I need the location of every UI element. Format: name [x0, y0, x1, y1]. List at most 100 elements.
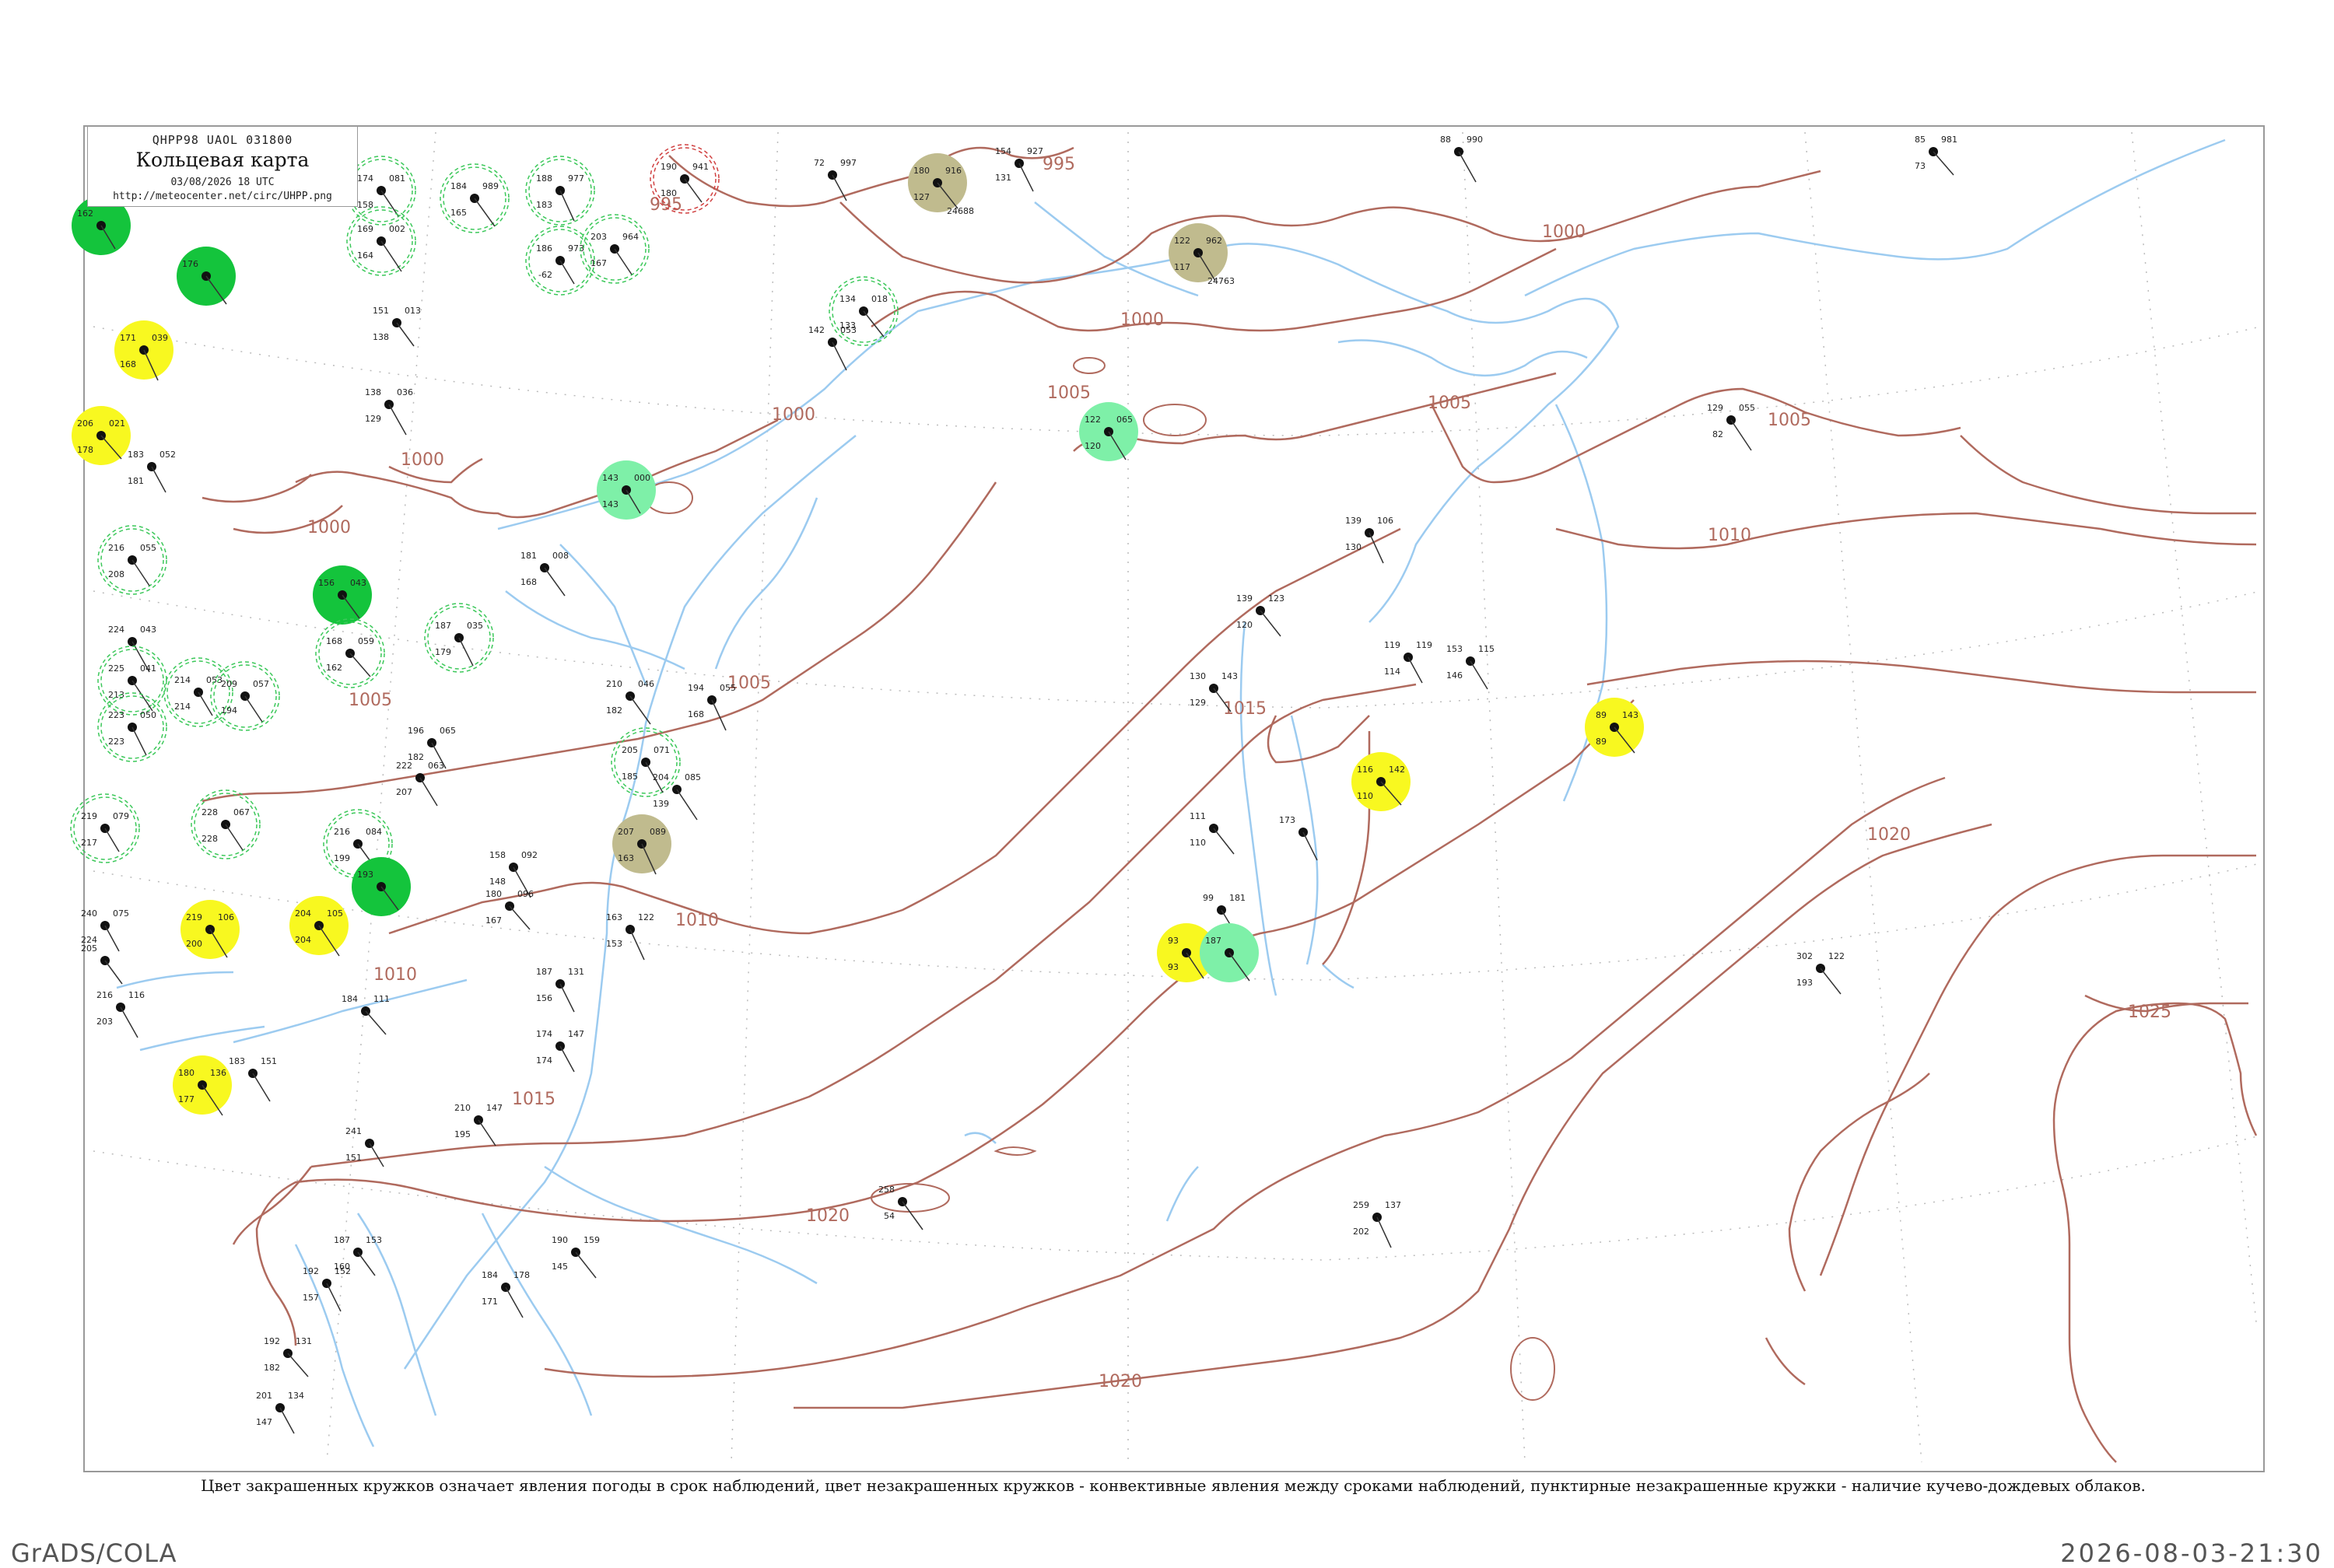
station-dewpoint: 168	[120, 359, 136, 369]
station-temperature: 138	[365, 387, 381, 397]
station-plot[interactable]: 156 043	[313, 565, 372, 625]
software-credit: GrADS/COLA	[11, 1538, 177, 1568]
station-pressure: 043	[140, 625, 156, 635]
station-pressure: 036	[397, 387, 413, 397]
station-plot[interactable]: 176	[177, 247, 236, 306]
station-temperature: 216	[96, 990, 113, 1000]
isobar-label: 1005	[1428, 394, 1471, 413]
station-dewpoint: 117	[1174, 262, 1190, 272]
station-temperature: 204	[653, 772, 669, 782]
station-pressure: 123	[1268, 593, 1284, 604]
station-temperature: 122	[1085, 415, 1101, 425]
station-dewpoint: 147	[256, 1417, 272, 1427]
station-plot[interactable]: 206 021 178	[72, 406, 131, 465]
synoptic-map: 995 995 1000 1000 1000 1000 1000 1005 10…	[70, 125, 2265, 1472]
station-dewpoint: 168	[520, 577, 537, 587]
station-pressure: 055	[140, 543, 156, 553]
station-pressure: 035	[467, 621, 483, 631]
station-dewpoint: 208	[108, 569, 124, 579]
station-dewpoint: 145	[552, 1262, 568, 1272]
station-dewpoint: 178	[77, 445, 93, 455]
station-dewpoint: 183	[536, 200, 552, 210]
station-plot[interactable]: 193	[352, 857, 411, 916]
station-temperature: 192	[264, 1336, 280, 1346]
station-pressure: 964	[622, 232, 639, 242]
station-temperature: 222	[396, 761, 412, 771]
station-temperature: 205	[81, 943, 97, 954]
station-plot[interactable]: 187	[1200, 923, 1259, 982]
isobar-label: 1020	[806, 1206, 850, 1226]
station-temperature: 119	[1384, 640, 1400, 650]
station-temperature: 205	[622, 745, 638, 755]
station-temperature: 163	[606, 912, 622, 922]
station-dewpoint: 54	[884, 1211, 895, 1221]
map-frame	[83, 125, 2265, 1472]
station-pressure: 178	[513, 1270, 530, 1280]
station-dewpoint: 156	[536, 993, 552, 1003]
station-pressure: 147	[568, 1029, 584, 1039]
station-dewpoint: 162	[326, 663, 342, 673]
station-pressure: 041	[140, 663, 156, 674]
station-temperature: 219	[81, 811, 97, 821]
station-pressure: 142	[1389, 765, 1405, 775]
legend-caption: Цвет закрашенных кружков означает явлени…	[201, 1476, 2146, 1495]
station-temperature: 187	[1205, 936, 1221, 946]
station-plot[interactable]: 116 142 110	[1351, 752, 1411, 811]
station-dewpoint: 120	[1085, 441, 1101, 451]
station-temperature: 194	[688, 683, 704, 693]
station-pressure: 085	[685, 772, 701, 782]
isobar-label: 1000	[1542, 222, 1586, 242]
station-pressure: 927	[1027, 146, 1043, 156]
station-temperature: 93	[1168, 936, 1179, 946]
station-pressure: 081	[389, 173, 405, 184]
station-plot[interactable]: 219 106 200	[180, 900, 240, 959]
isobar-label: 1025	[2128, 1003, 2171, 1022]
station-temperature: 88	[1440, 135, 1451, 145]
station-dewpoint: 110	[1357, 791, 1373, 801]
station-plot[interactable]: 122 065 120	[1079, 402, 1138, 461]
station-dewpoint: 217	[81, 838, 97, 848]
station-temperature: 187	[334, 1235, 350, 1245]
station-temperature: 228	[202, 807, 218, 817]
station-temperature: 206	[77, 418, 93, 429]
station-temperature: 186	[536, 243, 552, 254]
station-pressure: 990	[1467, 135, 1483, 145]
station-temperature: 143	[602, 473, 619, 483]
station-dewpoint: 182	[264, 1363, 280, 1373]
station-dewpoint: 167	[591, 258, 607, 268]
station-temperature: 187	[435, 621, 451, 631]
isobar-label: 1005	[349, 691, 392, 710]
station-id: 24688	[947, 206, 974, 216]
station-pressure: 977	[568, 173, 584, 184]
station-dewpoint: 164	[357, 250, 373, 261]
station-pressure: 122	[1828, 951, 1845, 961]
station-pressure: 013	[405, 306, 421, 316]
station-pressure: 055	[1739, 403, 1755, 413]
station-temperature: 169	[357, 224, 373, 234]
station-dewpoint: 138	[373, 332, 389, 342]
station-pressure: 039	[152, 333, 168, 343]
station-dewpoint: 127	[913, 192, 930, 202]
station-plot[interactable]: 89 143 89	[1585, 698, 1644, 757]
station-pressure: 055	[720, 683, 736, 693]
source-url[interactable]: http://meteocenter.net/circ/UHPP.png	[88, 191, 357, 202]
station-temperature: 190	[661, 162, 677, 172]
station-temperature: 225	[108, 663, 124, 674]
station-temperature: 183	[229, 1056, 245, 1066]
render-timestamp: 2026-08-03-21:30	[2060, 1538, 2323, 1568]
station-pressure: 008	[552, 551, 569, 561]
isobar-label: 995	[1043, 155, 1075, 174]
station-dewpoint: 120	[1236, 620, 1253, 630]
station-temperature: 162	[77, 208, 93, 219]
station-pressure: 043	[350, 578, 366, 588]
station-dewpoint: 185	[622, 772, 638, 782]
station-temperature: 207	[618, 827, 634, 837]
station-temperature: 168	[326, 636, 342, 646]
station-pressure: 153	[366, 1235, 382, 1245]
station-plot[interactable]: 143 000 143	[597, 460, 656, 520]
station-dewpoint: 182	[606, 705, 622, 716]
station-temperature: 190	[552, 1235, 568, 1245]
station-pressure: 065	[440, 726, 456, 736]
station-temperature: 139	[1345, 516, 1362, 526]
station-pressure: 131	[568, 967, 584, 977]
